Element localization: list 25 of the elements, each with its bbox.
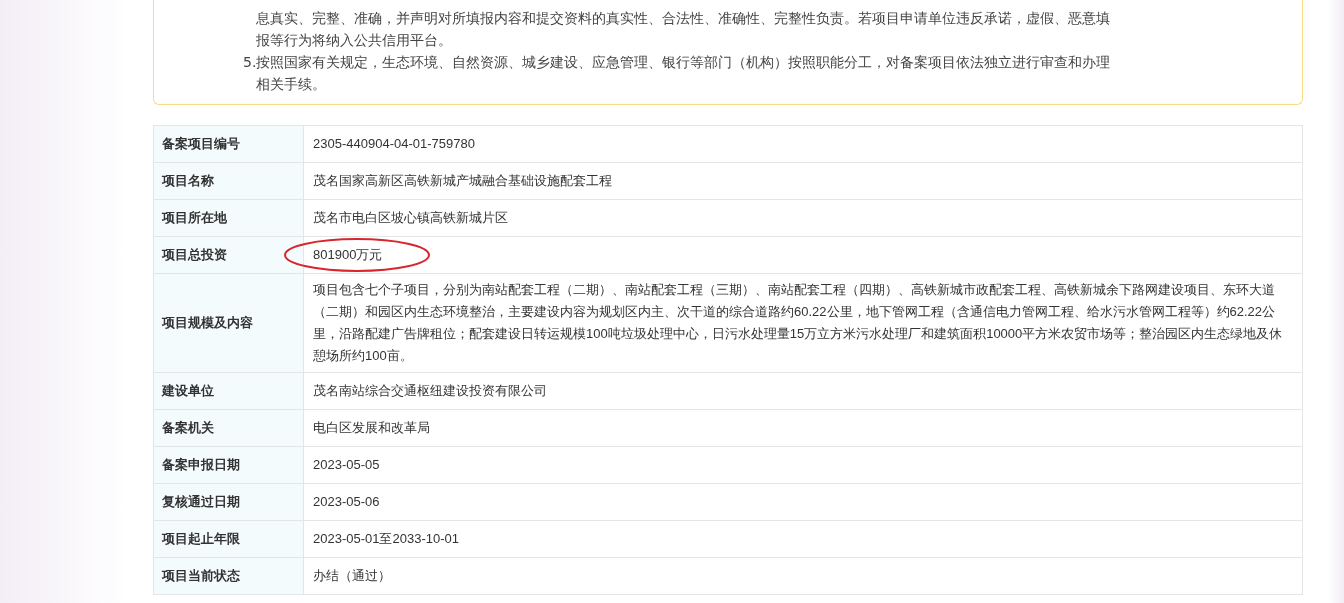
row-label: 备案申报日期 [153,446,304,484]
row-label: 项目当前状态 [153,557,304,595]
row-label: 项目总投资 [153,236,304,274]
item-number: 5. [243,53,256,72]
row-label: 项目规模及内容 [153,273,304,373]
row-value: 办结（通过） [313,568,391,583]
row-value: 2023-05-06 [313,494,380,509]
row-value: 茂名市电白区坡心镇高铁新城片区 [313,210,508,225]
row-value: 电白区发展和改革局 [313,420,430,435]
notice-text: 按照国家有关规定，生态环境、自然资源、城乡建设、应急管理、银行等部门（机构）按照职能分工，对备案项目依法独立进行审查和办理相关手续。 [256,53,1111,94]
row-label: 备案项目编号 [153,125,304,163]
row-value: 2023-05-05 [313,457,380,472]
row-value: 2305-440904-04-01-759780 [313,136,475,151]
notice-text: 息真实、完整、准确，并声明对所填报内容和提交资料的真实性、合法性、准确性、完整性负责。若项目申请单位违反承诺，虚假、恶意填报等行为将纳入公共信用平台。 [256,9,1111,50]
row-label: 项目起止年限 [153,520,304,558]
row-label: 备案机关 [153,409,304,447]
row-value: 2023-05-01至2033-10-01 [313,531,459,546]
row-value: 801900万元 [313,247,383,262]
row-value: 项目包含七个子项目，分别为南站配套工程（二期）、南站配套工程（三期）、南站配套工程（四期）、高铁新城市政配套工程、高铁新城余下路网建设项目、东环大道（二期）和园区内生态环境整治，主要建设内容为规划区内主、次干道的综合道路约60.22公里，地下管网工程（含通信电力管网工程、给水污水管网工程等）约62.22公里，沿路配建广告牌租位；配套建设日转运规模100吨垃圾处理中心，日污水处理量15万立方米污水处理厂和建筑面积10000平方米农贸市场等；整治园区内生态绿地及休憩场所约100亩。 [313,282,1283,363]
row-label: 项目所在地 [153,199,304,237]
row-label: 复核通过日期 [153,483,304,521]
row-value: 茂名南站综合交通枢纽建设投资有限公司 [313,383,547,398]
row-label: 建设单位 [153,372,304,410]
row-value: 茂名国家高新区高铁新城产城融合基础设施配套工程 [313,173,612,188]
row-label: 项目名称 [153,162,304,200]
